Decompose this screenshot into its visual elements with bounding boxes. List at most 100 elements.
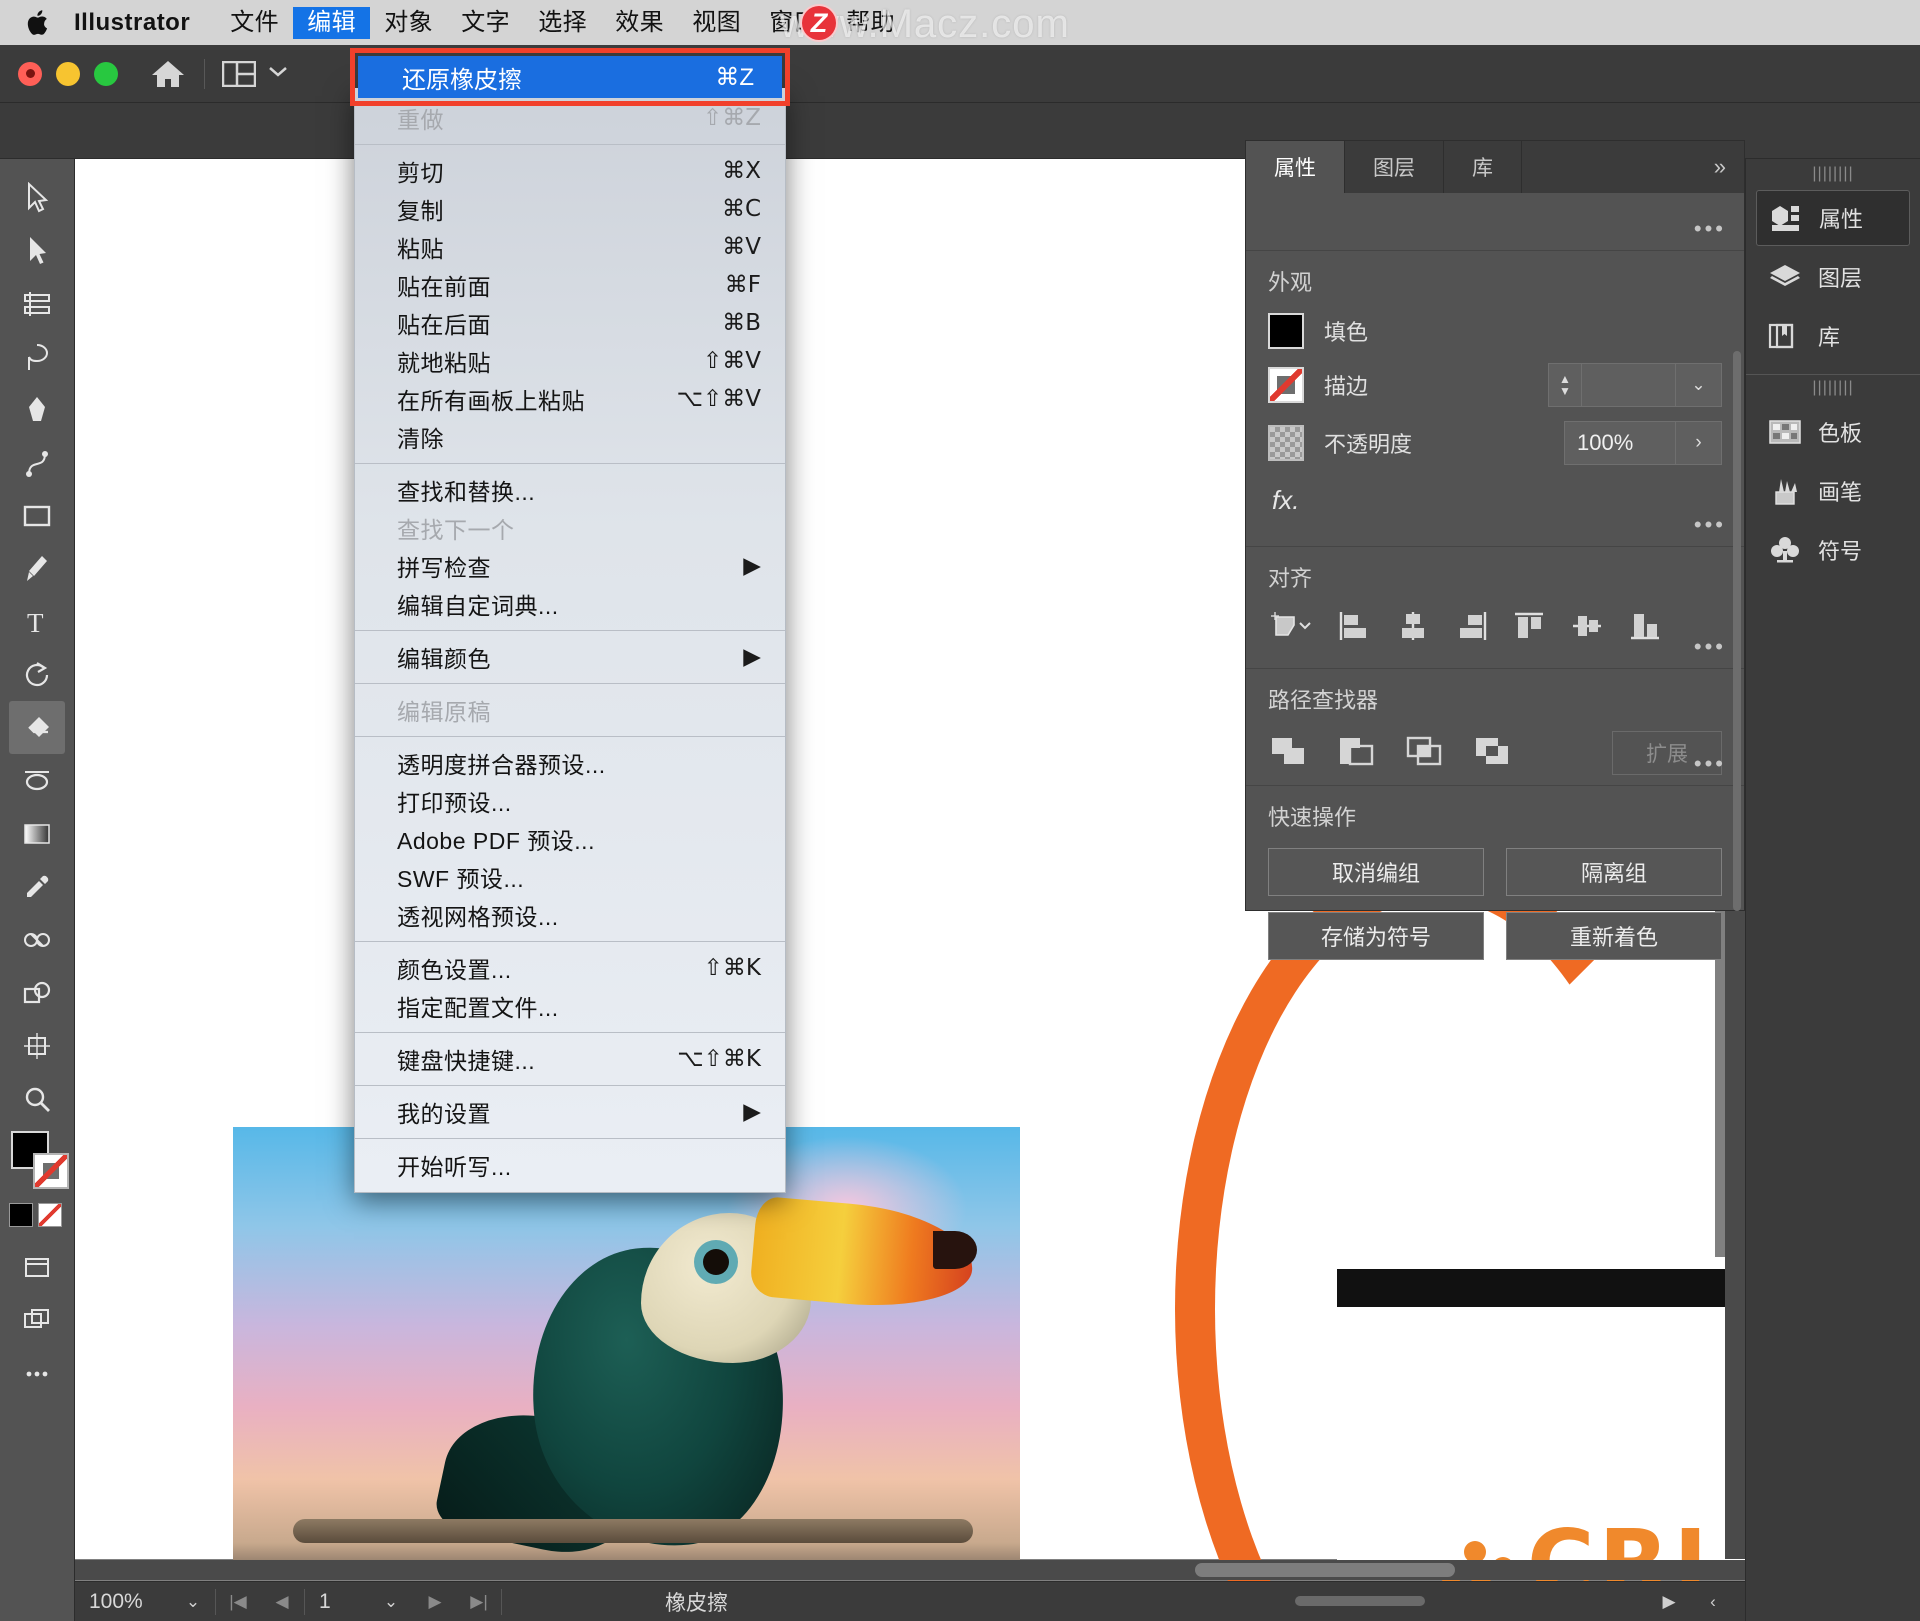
pathfinder-unite-icon[interactable] (1268, 734, 1308, 773)
menu-item-file[interactable]: 文件 (216, 7, 293, 39)
tool-pen[interactable] (9, 383, 65, 436)
align-top-icon[interactable] (1512, 610, 1546, 647)
dock-item-layers[interactable]: 图层 (1756, 249, 1910, 305)
menu-item-object[interactable]: 对象 (370, 7, 447, 39)
menu-item-8-0[interactable]: 我的设置 ▶ (355, 1093, 785, 1131)
menu-item-5-3[interactable]: SWF 预设... (355, 858, 785, 896)
menu-item-6-1[interactable]: 指定配置文件... (355, 987, 785, 1025)
pathfinder-overflow-icon[interactable]: ••• (1694, 751, 1726, 777)
tool-gradient[interactable] (9, 807, 65, 860)
close-window-button[interactable] (18, 61, 42, 86)
edit-menu-dropdown[interactable]: 重做 ⇧⌘Z 剪切 ⌘X 复制 ⌘C 粘贴 ⌘V 贴在前面 ⌘F 贴在后面 ⌘B 就地粘贴 ⇧⌘V 在所有画… (354, 88, 786, 1193)
window-controls[interactable] (18, 61, 118, 86)
tool-rotate[interactable] (9, 648, 65, 701)
zoom-window-button[interactable] (94, 61, 118, 86)
stroke-width-dropdown-icon[interactable]: ⌄ (1676, 363, 1722, 407)
menu-item-effect[interactable]: 效果 (601, 7, 678, 39)
fill-row[interactable]: 填色 (1268, 313, 1722, 349)
menu-item-help[interactable]: 帮助 (832, 7, 909, 39)
tool-zoom[interactable] (9, 1072, 65, 1125)
tab-properties[interactable]: 属性 (1246, 141, 1345, 193)
opacity-swatch[interactable] (1268, 425, 1304, 461)
stroke-color-swatch[interactable] (1268, 367, 1304, 403)
opacity-input[interactable]: 100% (1564, 421, 1676, 465)
menu-item-5-2[interactable]: Adobe PDF 预设... (355, 820, 785, 858)
menu-item-2-2[interactable]: 拼写检查 ▶ (355, 547, 785, 585)
stroke-width-control[interactable]: ▲ ▼ ⌄ (1548, 363, 1722, 407)
tool-rectangle[interactable] (9, 489, 65, 542)
minimize-window-button[interactable] (56, 61, 80, 86)
fill-stroke-swatches[interactable] (7, 1131, 69, 1193)
tool-eyedropper[interactable] (9, 860, 65, 913)
tool-magic-wand[interactable] (9, 277, 65, 330)
stroke-swatch[interactable] (33, 1153, 69, 1189)
current-tool-label[interactable]: 橡皮擦 (665, 1587, 728, 1617)
opacity-control[interactable]: 100% › (1564, 421, 1722, 465)
tool-change-screen-mode[interactable] (9, 1294, 65, 1347)
align-left-icon[interactable] (1338, 610, 1372, 647)
pathfinder-exclude-icon[interactable] (1472, 734, 1512, 773)
color-swatch-black[interactable] (9, 1203, 33, 1227)
tool-selection[interactable] (9, 171, 65, 224)
tool-artboard[interactable] (9, 1019, 65, 1072)
dock-item-symbols[interactable]: 符号 (1756, 522, 1910, 578)
pathfinder-minus-front-icon[interactable] (1336, 734, 1376, 773)
opacity-expand-icon[interactable]: › (1676, 421, 1722, 465)
isolate-group-button[interactable]: 隔离组 (1506, 848, 1722, 896)
artboard-dropdown-icon[interactable]: ⌄ (369, 1592, 413, 1612)
horizontal-scroll-thumb[interactable] (1195, 1563, 1455, 1577)
tab-libraries[interactable]: 库 (1444, 141, 1522, 193)
menu-item-1-2[interactable]: 粘贴 ⌘V (355, 228, 785, 266)
status-prev-icon[interactable]: ‹ (1691, 1592, 1735, 1612)
fill-color-swatch[interactable] (1268, 313, 1304, 349)
status-play-icon[interactable]: ▶ (1647, 1592, 1691, 1612)
stroke-width-input[interactable] (1582, 363, 1676, 407)
menu-item-1-3[interactable]: 贴在前面 ⌘F (355, 266, 785, 304)
save-as-symbol-button[interactable]: 存储为符号 (1268, 912, 1484, 960)
appearance-overflow-icon[interactable]: ••• (1694, 512, 1726, 538)
tool-shape-builder[interactable] (9, 966, 65, 1019)
tool-blend[interactable] (9, 913, 65, 966)
color-swatch-none[interactable] (38, 1203, 62, 1227)
apple-logo-icon[interactable] (26, 8, 52, 38)
align-right-icon[interactable] (1454, 610, 1488, 647)
menu-item-1-7[interactable]: 清除 (355, 418, 785, 456)
tool-type[interactable]: T (9, 595, 65, 648)
tool-curvature[interactable] (9, 436, 65, 489)
arrange-documents-icon[interactable] (221, 59, 257, 89)
next-artboard-icon[interactable]: ▶ (413, 1592, 457, 1612)
tab-layers[interactable]: 图层 (1345, 141, 1444, 193)
tool-lasso[interactable] (9, 330, 65, 383)
color-mode-swatches[interactable] (9, 1203, 65, 1227)
zoom-level[interactable]: 100% (75, 1590, 171, 1614)
recolor-button[interactable]: 重新着色 (1506, 912, 1722, 960)
first-artboard-icon[interactable]: |◀ (216, 1592, 260, 1612)
menu-item-1-0[interactable]: 剪切 ⌘X (355, 152, 785, 190)
tool-paintbrush[interactable] (9, 542, 65, 595)
tool-width[interactable] (9, 754, 65, 807)
menu-item-1-1[interactable]: 复制 ⌘C (355, 190, 785, 228)
align-overflow-icon[interactable]: ••• (1694, 634, 1726, 660)
tool-direct-selection[interactable] (9, 224, 65, 277)
menu-app-name[interactable]: Illustrator (74, 7, 216, 39)
align-center-horizontal-icon[interactable] (1396, 610, 1430, 647)
dock-item-brushes[interactable]: 画笔 (1756, 463, 1910, 519)
status-slider[interactable] (1295, 1596, 1425, 1606)
menu-item-9-0[interactable]: 开始听写... (355, 1146, 785, 1184)
menu-item-1-5[interactable]: 就地粘贴 ⇧⌘V (355, 342, 785, 380)
dock-grip-2[interactable]: |||||||| (1746, 379, 1920, 401)
menu-item-undo-eraser[interactable]: 还原橡皮擦 ⌘Z (358, 56, 782, 98)
zoom-dropdown-icon[interactable]: ⌄ (171, 1592, 215, 1612)
properties-panel-scrollbar[interactable] (1733, 351, 1741, 911)
pathfinder-intersect-icon[interactable] (1404, 734, 1444, 773)
menu-item-5-0[interactable]: 透明度拼合器预设... (355, 744, 785, 782)
dock-item-properties[interactable]: 属性 (1756, 190, 1910, 246)
tool-eraser[interactable] (9, 701, 65, 754)
menu-item-5-1[interactable]: 打印预设... (355, 782, 785, 820)
menu-item-1-6[interactable]: 在所有画板上粘贴 ⌥⇧⌘V (355, 380, 785, 418)
menu-item-2-0[interactable]: 查找和替换... (355, 471, 785, 509)
menu-item-view[interactable]: 视图 (678, 7, 755, 39)
panel-tabs-overflow-icon[interactable]: » (1714, 141, 1744, 193)
dock-item-libraries[interactable]: 库 (1756, 308, 1910, 364)
menu-item-edit[interactable]: 编辑 (293, 6, 371, 39)
